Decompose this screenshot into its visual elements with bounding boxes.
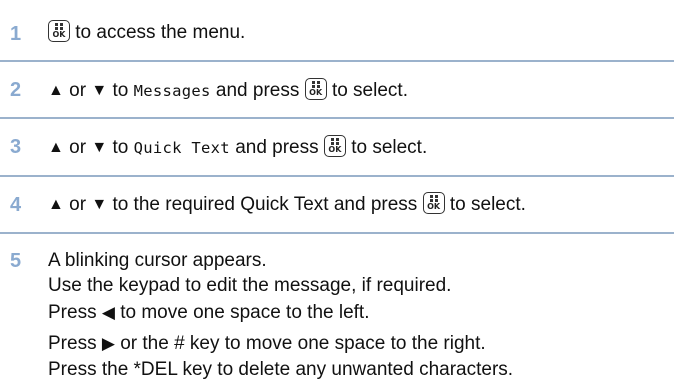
step-text: Press the *DEL key to delete any unwante…: [48, 359, 514, 380]
step-text: or: [69, 80, 87, 101]
step-text-line: Press ◀ to move one space to the left.: [48, 301, 369, 325]
instruction-steps: 1 OK to access the menu. 2 ▲ or ▼ to Mes…: [0, 0, 674, 389]
step-text: or: [69, 137, 87, 158]
step-text: to access the menu.: [75, 22, 246, 43]
menu-ok-key-icon: OK: [48, 20, 70, 42]
step-number: 4: [10, 194, 22, 216]
up-arrow-icon: ▲: [48, 139, 64, 156]
step-text: to: [112, 137, 129, 158]
step-text: or: [69, 194, 87, 215]
step-text: and press: [235, 137, 319, 158]
menu-ok-key-icon: OK: [304, 78, 327, 100]
left-arrow-icon: ◀: [101, 303, 115, 322]
step-text: A blinking cursor appears.: [48, 250, 267, 271]
step-text: to: [112, 80, 129, 101]
step-text: to the required Quick Text and press: [112, 194, 418, 215]
up-arrow-icon: ▲: [48, 82, 64, 99]
step-text: to select.: [331, 80, 408, 101]
menu-item-name: Quick Text: [133, 139, 230, 157]
menu-ok-key-icon: OK: [323, 135, 346, 157]
step-text-line: Press ▶ or the # key to move one space t…: [48, 332, 486, 356]
step-text: Use the keypad to edit the message, if r…: [48, 275, 452, 296]
step-number: 2: [10, 79, 22, 101]
step-text: to select.: [449, 194, 526, 215]
step-text: to select.: [351, 137, 428, 158]
step-divider: [0, 232, 674, 234]
step-number: 5: [10, 250, 22, 272]
menu-item-name: Messages: [133, 82, 211, 100]
step-text: or the # key to move one space to the ri…: [120, 333, 486, 354]
step-text: Press: [48, 333, 97, 354]
step-text: and press: [215, 80, 300, 101]
right-arrow-icon: ▶: [101, 334, 115, 353]
step-text: Press: [48, 302, 97, 323]
step-divider: [0, 117, 674, 119]
step-text: to move one space to the left.: [120, 302, 370, 323]
up-arrow-icon: ▲: [48, 196, 64, 213]
step-number: 1: [10, 23, 22, 45]
down-arrow-icon: ▼: [91, 196, 108, 213]
step-divider: [0, 60, 674, 62]
down-arrow-icon: ▼: [91, 139, 108, 156]
down-arrow-icon: ▼: [91, 82, 108, 99]
step-divider: [0, 175, 674, 177]
menu-ok-key-icon: OK: [422, 192, 445, 214]
step-number: 3: [10, 136, 22, 158]
